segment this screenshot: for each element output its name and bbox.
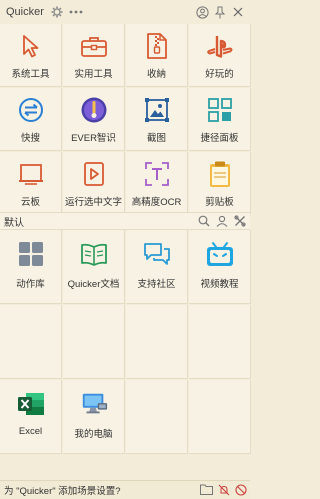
action-fun[interactable]: 好玩的 bbox=[189, 24, 251, 87]
action-label: 高精度OCR bbox=[131, 197, 182, 208]
empty-slot[interactable] bbox=[63, 305, 125, 379]
play-file-icon bbox=[80, 160, 108, 188]
action-my-computer[interactable]: 我的电脑 bbox=[63, 380, 125, 454]
clipboard-icon bbox=[206, 160, 234, 188]
toolbox-icon bbox=[80, 32, 108, 60]
action-label: 好玩的 bbox=[205, 69, 234, 80]
action-label: 视频教程 bbox=[200, 279, 239, 290]
action-screenshot[interactable]: 截图 bbox=[126, 88, 188, 151]
action-label: 收納 bbox=[146, 69, 166, 80]
action-label: 剪贴板 bbox=[205, 197, 234, 208]
empty-slot[interactable] bbox=[126, 305, 188, 379]
empty-slot[interactable] bbox=[0, 305, 62, 379]
scene-section-bar: 默认 bbox=[0, 212, 250, 230]
excel-icon bbox=[17, 390, 45, 418]
bilibili-icon bbox=[206, 240, 234, 268]
ocr-icon bbox=[143, 160, 171, 188]
action-label: Excel bbox=[18, 426, 43, 437]
global-actions-grid: 系统工具 实用工具 收納 好玩的 快搜 EVER智识 截图 捷径面板 云板 运行… bbox=[0, 24, 251, 215]
pin-icon[interactable] bbox=[212, 3, 228, 21]
action-system-tools[interactable]: 系统工具 bbox=[0, 24, 62, 87]
mute-bell-icon[interactable] bbox=[217, 483, 230, 496]
action-label: 云板 bbox=[20, 197, 40, 208]
footer-bar: 为 "Quicker" 添加场景设置? bbox=[0, 480, 250, 499]
action-label: 捷径面板 bbox=[200, 133, 239, 144]
user-outline-icon[interactable] bbox=[215, 214, 229, 228]
user-icon[interactable] bbox=[194, 3, 210, 21]
action-run-selected-text[interactable]: 运行选中文字 bbox=[63, 152, 125, 215]
action-label: 我的电脑 bbox=[74, 429, 113, 440]
action-ever[interactable]: EVER智识 bbox=[63, 88, 125, 151]
quick-search-icon bbox=[17, 96, 45, 124]
zip-file-icon bbox=[143, 32, 171, 60]
screenshot-icon bbox=[143, 96, 171, 124]
section-label: 默认 bbox=[4, 217, 24, 229]
action-support-community[interactable]: 支持社区 bbox=[126, 230, 188, 304]
panel-icon bbox=[206, 96, 234, 124]
action-clipboard[interactable]: 剪贴板 bbox=[189, 152, 251, 215]
cursor-arrow-icon bbox=[17, 32, 45, 60]
empty-slot[interactable] bbox=[189, 305, 251, 379]
computer-icon bbox=[80, 390, 108, 418]
action-utility-tools[interactable]: 实用工具 bbox=[63, 24, 125, 87]
action-quicker-docs[interactable]: Quicker文档 bbox=[63, 230, 125, 304]
action-label: 动作库 bbox=[16, 279, 45, 290]
action-label: 运行选中文字 bbox=[64, 197, 122, 208]
scene-actions-grid: 动作库 Quicker文档 支持社区 视频教程 Excel 我的电脑 bbox=[0, 230, 251, 454]
more-dots-icon[interactable] bbox=[68, 5, 84, 19]
tools-icon[interactable] bbox=[233, 214, 247, 228]
search-icon[interactable] bbox=[197, 214, 211, 228]
scene-settings-prompt[interactable]: 为 "Quicker" 添加场景设置? bbox=[4, 483, 121, 497]
chat-icon bbox=[143, 240, 171, 268]
ever-icon bbox=[80, 96, 108, 124]
disable-icon[interactable] bbox=[234, 483, 247, 496]
action-video-tutorials[interactable]: 视频教程 bbox=[189, 230, 251, 304]
cloud-board-icon bbox=[17, 160, 45, 188]
action-label: EVER智识 bbox=[71, 133, 116, 144]
app-title: Quicker bbox=[6, 6, 44, 18]
action-excel[interactable]: Excel bbox=[0, 380, 62, 454]
action-label: 支持社区 bbox=[137, 279, 176, 290]
action-shortcut-panel[interactable]: 捷径面板 bbox=[189, 88, 251, 151]
action-library-icon bbox=[17, 240, 45, 268]
action-label: Quicker文档 bbox=[67, 279, 120, 290]
action-storage[interactable]: 收納 bbox=[126, 24, 188, 87]
empty-slot[interactable] bbox=[189, 380, 251, 454]
action-label: 截图 bbox=[146, 133, 166, 144]
book-icon bbox=[80, 240, 108, 268]
title-bar: Quicker bbox=[0, 0, 250, 24]
empty-slot[interactable] bbox=[126, 380, 188, 454]
settings-gear-icon[interactable] bbox=[50, 5, 64, 19]
action-cloud-board[interactable]: 云板 bbox=[0, 152, 62, 215]
action-action-library[interactable]: 动作库 bbox=[0, 230, 62, 304]
action-label: 系统工具 bbox=[11, 69, 50, 80]
folder-icon[interactable] bbox=[200, 483, 213, 496]
action-ocr[interactable]: 高精度OCR bbox=[126, 152, 188, 215]
action-quick-search[interactable]: 快搜 bbox=[0, 88, 62, 151]
close-icon[interactable] bbox=[230, 3, 246, 21]
action-label: 快搜 bbox=[20, 133, 40, 144]
action-label: 实用工具 bbox=[74, 69, 113, 80]
playstation-icon bbox=[206, 32, 234, 60]
